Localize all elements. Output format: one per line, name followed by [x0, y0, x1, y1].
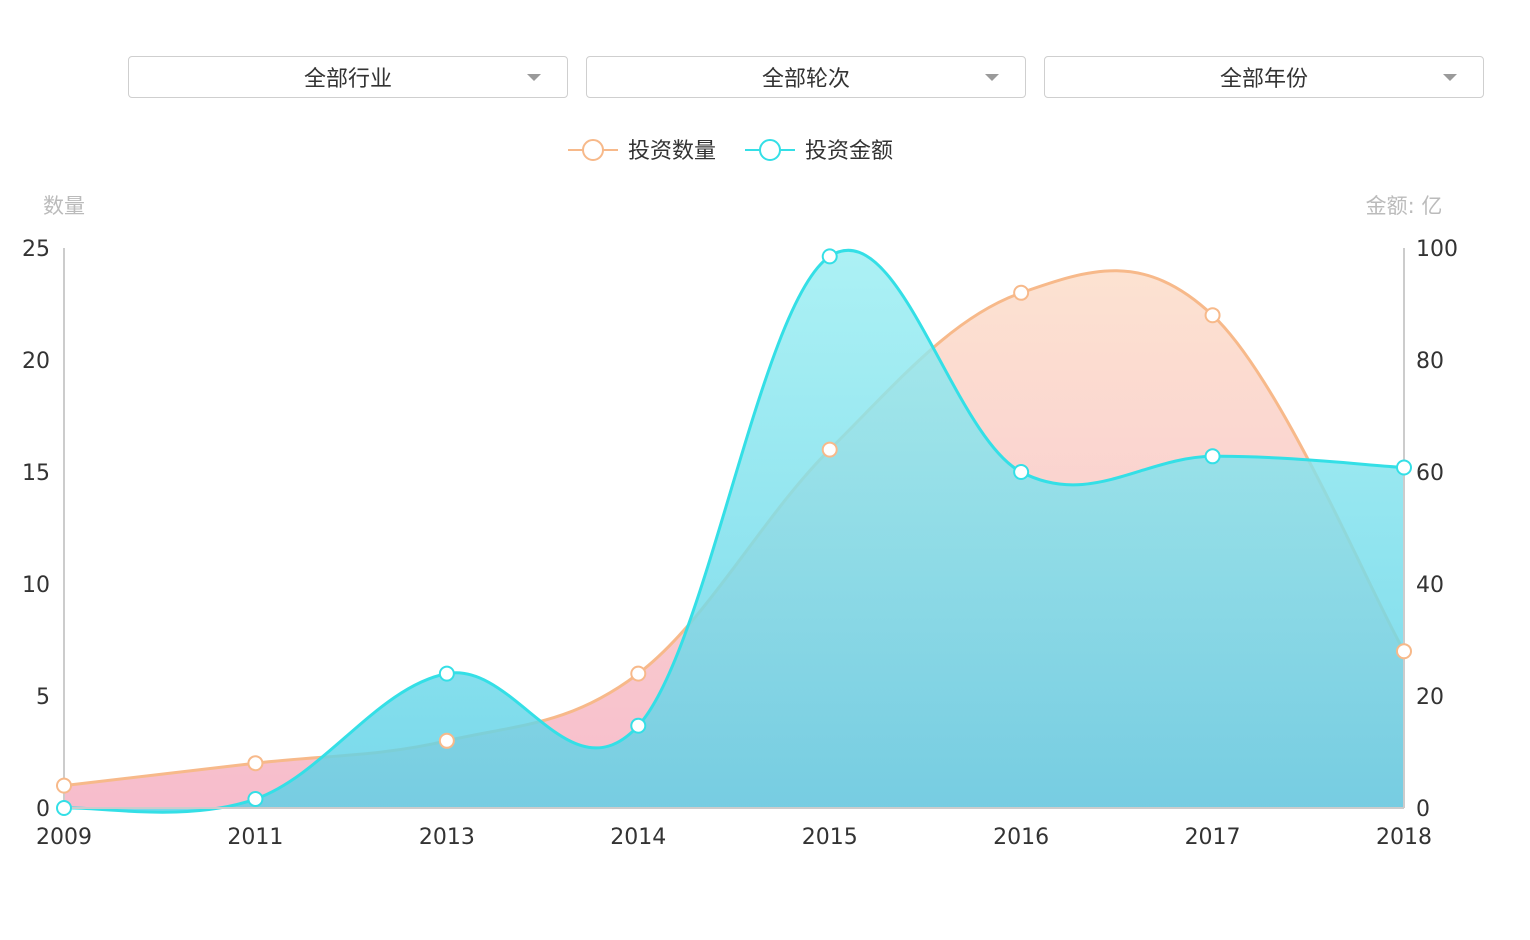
y-right-axis-label: 金额: 亿 [1366, 194, 1443, 218]
point-count-2018[interactable] [1396, 643, 1412, 660]
legend-item-count[interactable]: 投资数量 [568, 139, 716, 164]
point-amount-2014[interactable] [630, 717, 647, 734]
y-right-tick-label: 100 [1416, 237, 1458, 262]
point-count-2016[interactable] [1013, 284, 1030, 301]
year-select[interactable]: 全部年份 [1044, 56, 1484, 98]
legend-amount-label: 投资金额 [805, 139, 893, 164]
legend-item-amount[interactable]: 投资金额 [745, 139, 893, 164]
chevron-down-icon [985, 74, 999, 81]
point-amount-2011[interactable] [247, 791, 264, 807]
y-right-tick-label: 0 [1416, 797, 1430, 822]
y-left-axis-label: 数量 [43, 194, 85, 218]
x-tick-label: 2018 [1376, 825, 1432, 850]
filter-bar: 全部行业 全部轮次 全部年份 [128, 56, 1484, 98]
x-tick-label: 2017 [1185, 825, 1241, 850]
point-amount-2016[interactable] [1013, 464, 1030, 480]
point-count-2011[interactable] [247, 755, 264, 772]
y-left-tick-label: 20 [22, 349, 50, 374]
round-select-label: 全部轮次 [761, 67, 850, 92]
point-count-2014[interactable] [630, 665, 647, 682]
y-right-tick-label: 20 [1416, 685, 1444, 710]
point-amount-2015[interactable] [821, 248, 838, 265]
point-count-2009[interactable] [56, 777, 72, 794]
y-right-tick-label: 80 [1416, 349, 1444, 374]
y-left-tick-label: 25 [22, 237, 50, 262]
investment-chart: 投资数量 投资金额 数量 金额: 亿 0 5 10 15 20 25 0 20 40 60 80 10… [22, 139, 1458, 850]
point-amount-2018[interactable] [1396, 459, 1412, 476]
point-count-2015[interactable] [821, 441, 838, 458]
legend-count-marker [582, 139, 604, 161]
legend: 投资数量 投资金额 [568, 139, 893, 164]
chevron-down-icon [1443, 74, 1457, 81]
y-left-tick-label: 10 [22, 573, 50, 598]
y-left-tick-label: 5 [36, 685, 50, 710]
chevron-down-icon [527, 74, 541, 81]
round-select[interactable]: 全部轮次 [586, 56, 1026, 98]
x-tick-label: 2013 [419, 825, 475, 850]
point-amount-2009[interactable] [56, 800, 72, 816]
industry-select[interactable]: 全部行业 [128, 56, 568, 98]
point-count-2017[interactable] [1204, 307, 1221, 324]
y-left-tick-label: 0 [36, 797, 50, 822]
point-count-2013[interactable] [438, 732, 455, 749]
year-select-label: 全部年份 [1219, 67, 1308, 92]
x-tick-label: 2009 [36, 825, 92, 850]
x-tick-label: 2016 [993, 825, 1049, 850]
legend-count-label: 投资数量 [628, 139, 716, 164]
point-amount-2013[interactable] [438, 665, 455, 682]
legend-amount-marker [759, 139, 781, 161]
x-tick-label: 2011 [227, 825, 283, 850]
y-right-tick-label: 60 [1416, 461, 1444, 486]
x-tick-label: 2014 [610, 825, 666, 850]
point-amount-2017[interactable] [1204, 448, 1221, 465]
y-left-tick-label: 15 [22, 461, 50, 486]
industry-select-label: 全部行业 [303, 67, 392, 92]
series-layer [63, 248, 1406, 814]
y-right-tick-label: 40 [1416, 573, 1444, 598]
x-tick-label: 2015 [802, 825, 858, 850]
